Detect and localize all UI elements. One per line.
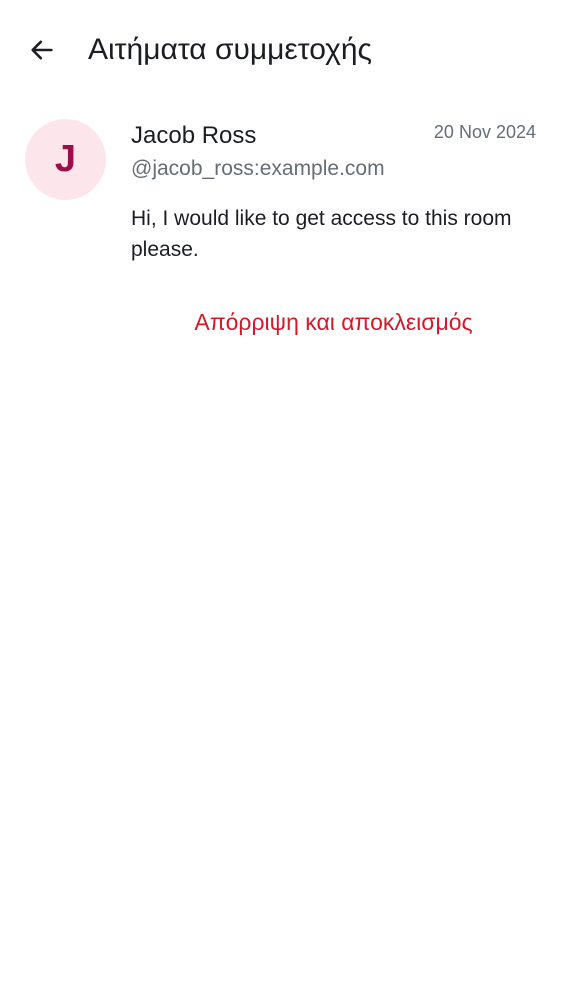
requester-user-id: @jacob_ross:example.com <box>131 157 385 180</box>
join-request-item: J Jacob Ross 20 Nov 2024 @jacob_ross:exa… <box>0 110 562 360</box>
page-title: Αιτήματα συμμετοχής <box>88 33 373 66</box>
decline-and-ban-button[interactable]: Απόρριψη και αποκλεισμός <box>131 298 536 346</box>
arrow-left-icon <box>31 40 53 60</box>
avatar[interactable]: J <box>25 119 106 200</box>
requester-name: Jacob Ross <box>131 122 257 149</box>
back-button[interactable] <box>18 26 66 74</box>
request-date: 20 Nov 2024 <box>433 122 536 142</box>
request-message: Hi, I would like to get access to this r… <box>131 207 512 261</box>
top-app-bar: Αιτήματα συμμετοχής <box>0 0 562 100</box>
